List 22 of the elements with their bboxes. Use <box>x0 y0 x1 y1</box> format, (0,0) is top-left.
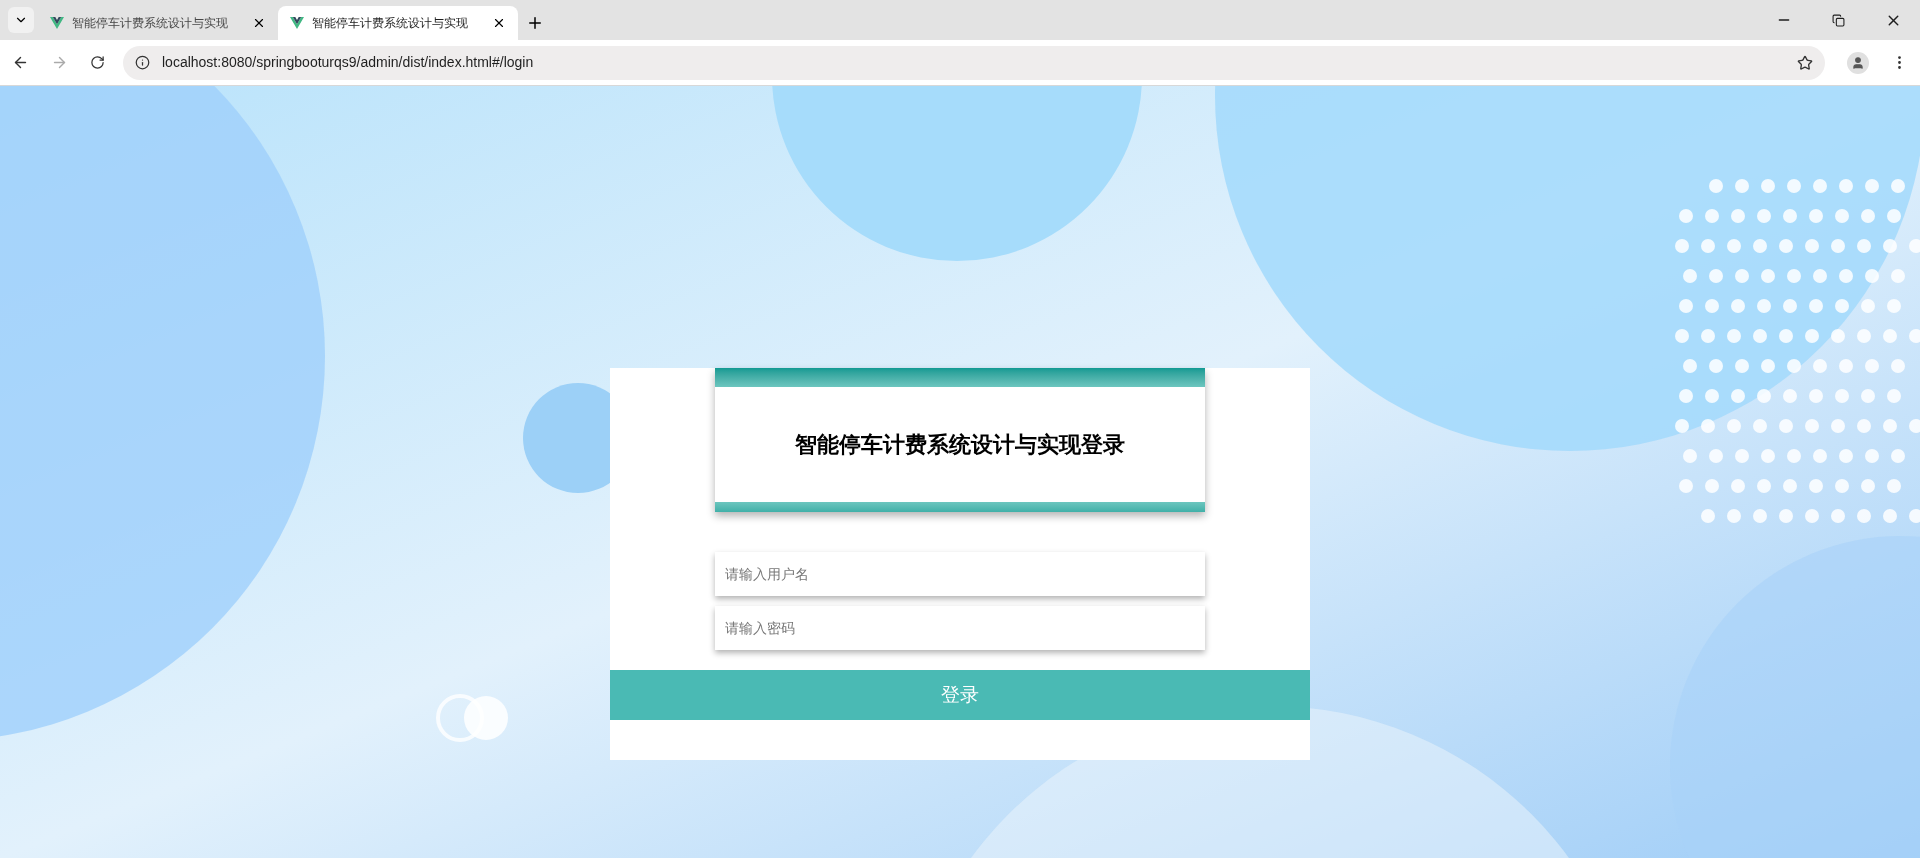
info-icon[interactable] <box>135 55 150 70</box>
url-text: localhost:8080/springbooturqs9/admin/dist/index.html#/login <box>162 53 534 72</box>
reload-icon[interactable] <box>90 55 105 70</box>
back-icon[interactable] <box>12 54 29 71</box>
address-bar[interactable]: localhost:8080/springbooturqs9/admin/dist/index.html#/login <box>123 45 1825 80</box>
input-field[interactable]: 请输入密码 <box>715 606 1205 650</box>
tab-search-button[interactable] <box>8 7 34 33</box>
close-icon[interactable] <box>252 16 266 30</box>
login-title: 智能停车计费系统设计与实现登录 <box>795 431 1125 459</box>
tab-title: 智能停车计费系统设计与实现 <box>312 15 469 32</box>
tab-title: 智能停车计费系统设计与实现 <box>72 15 229 32</box>
vue-logo-icon <box>50 17 64 29</box>
bookmark-star-icon[interactable] <box>1797 54 1813 71</box>
new-tab-icon[interactable] <box>526 14 544 32</box>
restore-icon[interactable] <box>1832 13 1845 27</box>
browser-tab[interactable]: 智能停车计费系统设计与实现 <box>38 6 278 40</box>
browser-tab[interactable]: 智能停车计费系统设计与实现 <box>278 6 518 40</box>
ring-pair-drawing <box>436 694 508 742</box>
input-field[interactable]: 请输入用户名 <box>715 552 1205 596</box>
vue-logo-icon <box>290 17 304 29</box>
close-icon[interactable] <box>492 16 506 30</box>
profile-icon[interactable] <box>1847 51 1869 74</box>
